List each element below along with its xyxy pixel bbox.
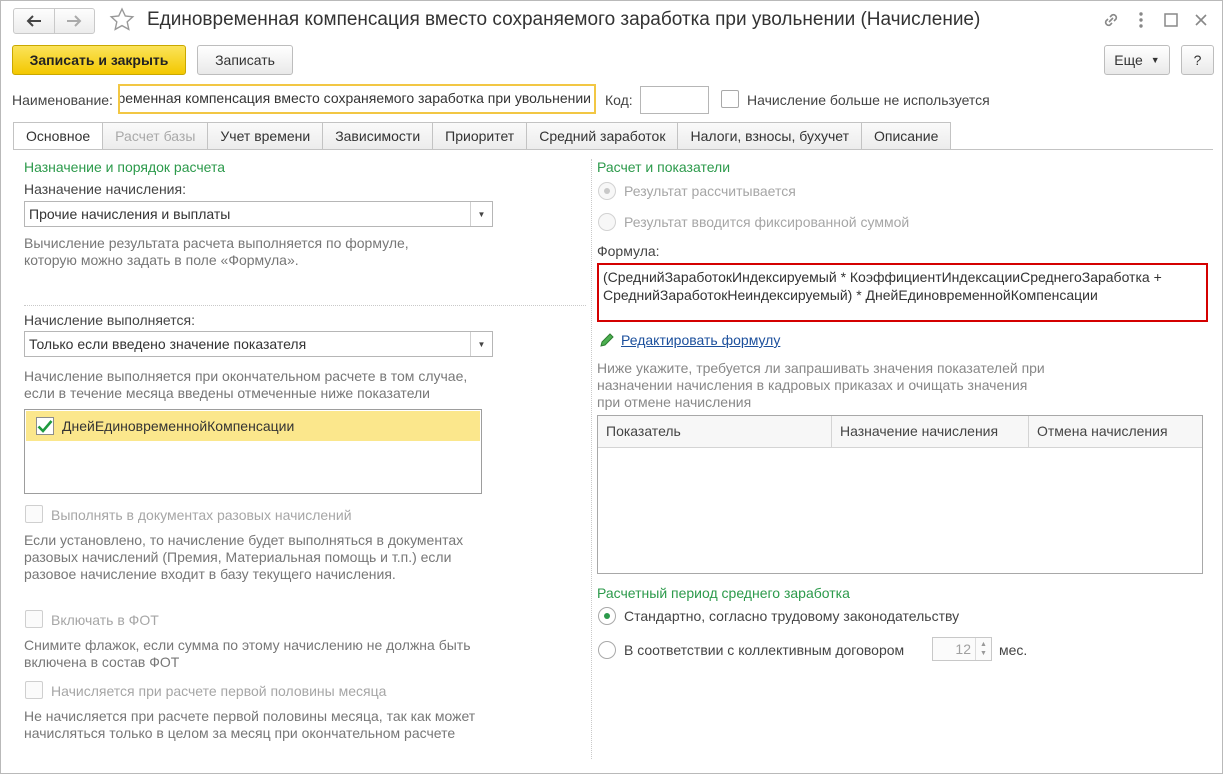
section-divider (24, 305, 586, 306)
help-button[interactable]: ? (1181, 45, 1214, 75)
radio-collective[interactable] (598, 641, 616, 659)
code-label: Код: (605, 92, 633, 108)
table-header: Показатель Назначение начисления Отмена … (598, 416, 1202, 448)
formula-field[interactable]: (СреднийЗаработокИндексируемый * Коэффиц… (597, 263, 1208, 322)
radio-fixed[interactable] (598, 213, 616, 231)
favorite-star-icon[interactable] (109, 7, 135, 36)
forward-button[interactable] (53, 9, 95, 33)
link-icon[interactable] (1100, 9, 1122, 31)
more-label: Еще (1114, 52, 1143, 68)
column-header-assignment[interactable]: Назначение начисления (831, 416, 1028, 447)
history-navigation (13, 8, 95, 34)
fot-hint: Снимите флажок, если сумма по этому начи… (24, 637, 471, 670)
indicator-checkbox[interactable] (36, 417, 54, 435)
fot-checkbox[interactable] (25, 610, 43, 628)
window-title: Единовременная компенсация вместо сохран… (147, 9, 981, 30)
months-stepper[interactable]: 12 ▲ ▼ (932, 637, 992, 661)
chevron-down-icon: ▼ (1150, 55, 1160, 65)
arrow-right-icon (67, 15, 82, 27)
one-time-checkbox[interactable] (25, 505, 43, 523)
stepper-arrows-icon[interactable]: ▲ ▼ (975, 638, 991, 660)
table-hint: Ниже укажите, требуется ли запрашивать з… (597, 360, 1045, 410)
first-half-hint: Не начисляется при расчете первой полови… (24, 708, 476, 741)
name-input[interactable]: Единовременная компенсация вместо сохран… (118, 84, 596, 114)
exec-value: Только если введено значение показателя (29, 336, 307, 352)
tab-priority[interactable]: Приоритет (433, 122, 528, 150)
not-used-checkbox[interactable] (721, 90, 739, 108)
column-header-cancel[interactable]: Отмена начисления (1028, 416, 1202, 447)
exec-select[interactable]: Только если введено значение показателя … (24, 331, 493, 357)
months-unit: мес. (999, 642, 1028, 658)
period-section-title: Расчетный период среднего заработка (597, 585, 850, 601)
one-time-hint: Если установлено, то начисление будет вы… (24, 532, 464, 582)
purpose-value: Прочие начисления и выплаты (29, 206, 231, 222)
form-window: Единовременная компенсация вместо сохран… (0, 0, 1223, 774)
radio-calculated-label: Результат рассчитывается (624, 183, 796, 199)
chevron-down-icon: ▼ (470, 332, 492, 356)
radio-standard-label: Стандартно, согласно трудовому законодат… (624, 608, 960, 624)
radio-fixed-label: Результат вводится фиксированной суммой (624, 214, 910, 230)
first-half-checkbox[interactable] (25, 681, 43, 699)
save-and-close-button[interactable]: Записать и закрыть (12, 45, 186, 75)
name-value: Единовременная компенсация вместо сохран… (118, 90, 591, 106)
edit-formula-link[interactable]: Редактировать формулу (621, 332, 780, 348)
not-used-label: Начисление больше не используется (747, 92, 990, 108)
more-menu-button[interactable]: Еще ▼ (1104, 45, 1170, 75)
tab-taxes[interactable]: Налоги, взносы, бухучет (678, 122, 862, 150)
purpose-label: Назначение начисления: (24, 181, 186, 197)
indicators-table: Показатель Назначение начисления Отмена … (597, 415, 1203, 574)
back-button[interactable] (14, 9, 54, 33)
more-options-icon[interactable] (1130, 9, 1152, 31)
exec-hint: Начисление выполняется при окончательном… (24, 368, 468, 401)
tab-dependencies[interactable]: Зависимости (323, 122, 434, 150)
purpose-hint: Вычисление результата расчета выполняетс… (24, 235, 409, 268)
indicators-list: ДнейЕдиновременнойКомпенсации (24, 409, 482, 494)
fot-label: Включать в ФОТ (51, 612, 159, 628)
arrow-left-icon (26, 15, 41, 27)
tab-base-calculation[interactable]: Расчет базы (103, 122, 209, 150)
purpose-select[interactable]: Прочие начисления и выплаты ▼ (24, 201, 493, 227)
radio-collective-label: В соответствии с коллективным договором (624, 642, 905, 658)
maximize-icon[interactable] (1160, 9, 1182, 31)
one-time-label: Выполнять в документах разовых начислени… (51, 507, 352, 523)
exec-label: Начисление выполняется: (24, 312, 195, 328)
months-value: 12 (955, 641, 971, 657)
radio-calculated[interactable] (598, 182, 616, 200)
name-label: Наименование: (12, 92, 113, 108)
left-section-title: Назначение и порядок расчета (24, 159, 226, 175)
tab-main[interactable]: Основное (13, 122, 104, 150)
code-input[interactable] (640, 86, 709, 114)
column-header-indicator[interactable]: Показатель (598, 416, 831, 447)
chevron-down-icon: ▼ (470, 202, 492, 226)
right-section-title: Расчет и показатели (597, 159, 731, 175)
formula-label: Формула: (597, 243, 660, 259)
pencil-icon (599, 332, 615, 351)
column-divider (591, 159, 592, 759)
radio-standard[interactable] (598, 607, 616, 625)
tab-average-earnings[interactable]: Средний заработок (527, 122, 679, 150)
checkmark-icon (37, 420, 53, 433)
indicator-name: ДнейЕдиновременнойКомпенсации (62, 418, 295, 434)
save-button[interactable]: Записать (197, 45, 293, 75)
title-actions (1100, 9, 1212, 31)
tab-time-accounting[interactable]: Учет времени (208, 122, 324, 150)
tab-strip: Основное Расчет базы Учет времени Зависи… (13, 122, 952, 150)
close-icon[interactable] (1190, 9, 1212, 31)
list-item[interactable]: ДнейЕдиновременнойКомпенсации (26, 411, 480, 441)
tab-description[interactable]: Описание (861, 122, 952, 150)
first-half-label: Начисляется при расчете первой половины … (51, 683, 387, 699)
